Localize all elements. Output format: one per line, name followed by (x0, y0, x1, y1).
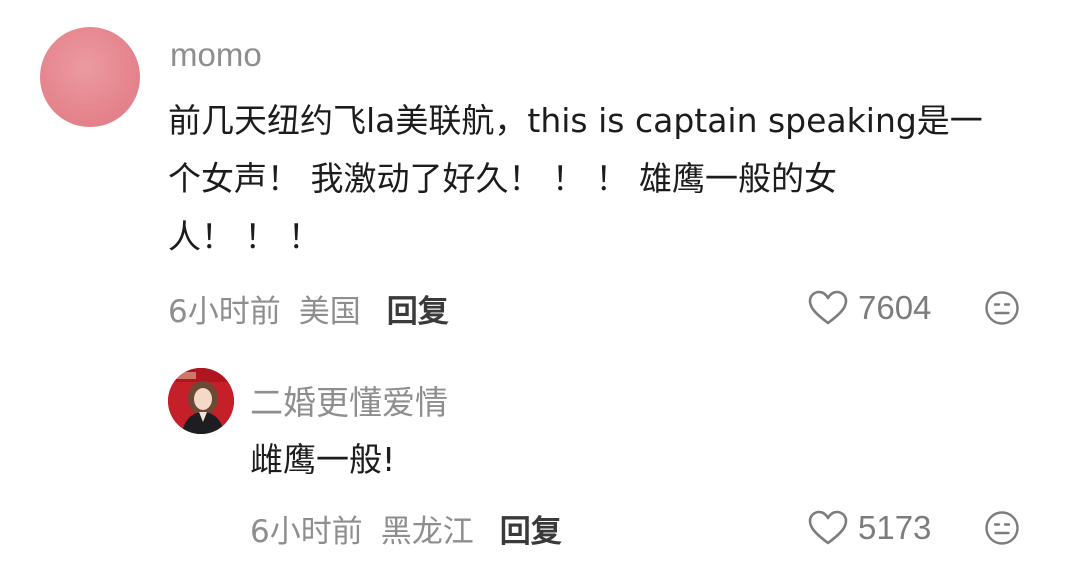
reply-like-button[interactable]: 5173 (808, 508, 931, 548)
comment-time: 6小时前 (168, 293, 281, 330)
reply-location: 黑龙江 (380, 513, 474, 550)
avatar[interactable] (40, 27, 140, 127)
reply-text: 雌鹰一般! (250, 440, 396, 479)
reply-button[interactable]: 回复 (387, 286, 449, 331)
smiley-face-icon[interactable] (984, 510, 1020, 546)
comment-username[interactable]: momo (170, 36, 262, 74)
avatar-portrait-image (168, 368, 234, 434)
reply-like-count: 5173 (858, 509, 932, 546)
smiley-face-icon[interactable] (984, 290, 1020, 326)
reply-avatar[interactable] (168, 368, 234, 434)
comment-meta: 6小时前 美国 回复 (168, 286, 449, 331)
comment-text: 前几天纽约飞la美联航，this is captain speaking是一 个… (168, 101, 983, 256)
reply-username[interactable]: 二婚更懂爱情 (250, 376, 448, 424)
like-button[interactable]: 7604 (808, 288, 931, 328)
heart-outline-icon (808, 510, 848, 545)
reply-reply-button[interactable]: 回复 (500, 506, 562, 551)
reply-meta: 6小时前 黑龙江 回复 (250, 506, 562, 551)
heart-outline-icon (808, 290, 848, 325)
comment-location: 美国 (298, 293, 361, 330)
reply-time: 6小时前 (250, 513, 363, 550)
like-count: 7604 (858, 289, 932, 326)
